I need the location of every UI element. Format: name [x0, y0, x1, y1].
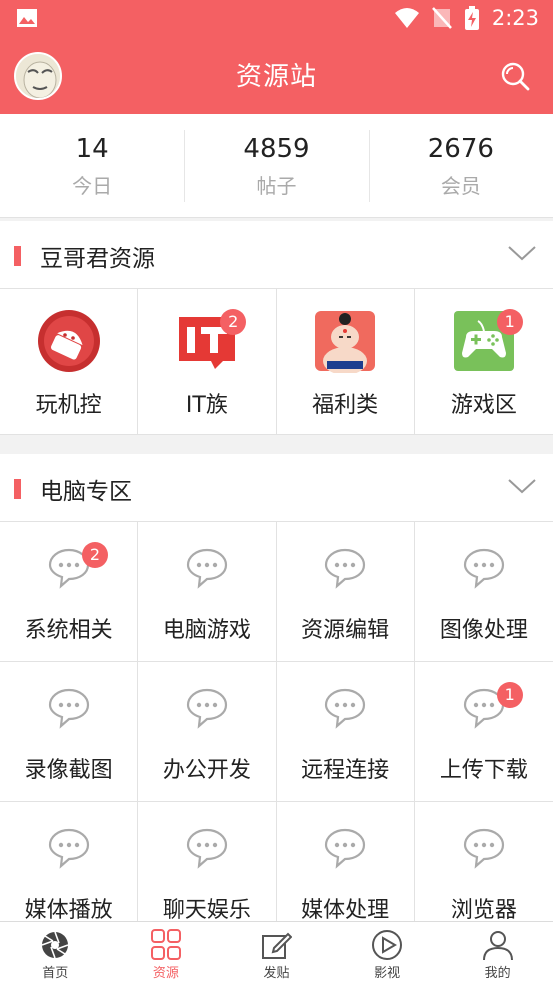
notification-badge: 1	[496, 309, 523, 335]
no-signal-icon	[431, 7, 452, 29]
chevron-down-icon[interactable]	[507, 243, 537, 263]
grid-item-label: 玩机控	[35, 393, 102, 418]
chat-bubble-icon	[186, 548, 227, 589]
nav-post[interactable]: 发贴	[221, 922, 332, 983]
android-icon	[37, 310, 100, 372]
grid-item-label: 资源编辑	[301, 618, 390, 643]
chat-bubble-icon	[186, 688, 227, 729]
section-header[interactable]: 电脑专区	[0, 454, 553, 522]
chat-bubble-icon	[186, 828, 227, 869]
sumo-icon	[315, 311, 376, 373]
stat-label: 帖子	[256, 174, 297, 198]
grid-item-label: 媒体处理	[301, 898, 390, 923]
grid-item-youxi[interactable]: 1 游戏区	[414, 289, 553, 435]
grid-item[interactable]: 办公开发	[138, 662, 277, 802]
chevron-down-icon[interactable]	[507, 476, 537, 496]
section-title: 电脑专区	[40, 479, 132, 505]
nav-home[interactable]: 首页	[0, 922, 111, 983]
grid-item-label: 远程连接	[301, 758, 390, 783]
grid-item[interactable]: 2 系统相关	[0, 522, 139, 662]
nav-label: 我的	[484, 966, 511, 981]
grid-item-label: 系统相关	[24, 618, 113, 643]
stat-members: 2676 会员	[368, 114, 553, 217]
search-icon[interactable]	[499, 60, 531, 92]
grid-icon	[150, 929, 181, 960]
chat-bubble-icon	[48, 688, 89, 729]
grid-item[interactable]: 录像截图	[0, 662, 139, 802]
app-bar: 资源站	[0, 36, 553, 114]
chat-bubble-icon	[325, 548, 366, 589]
grid-item-wanjikong[interactable]: 玩机控	[0, 289, 139, 435]
status-time: 2:23	[491, 6, 539, 30]
section-header[interactable]: 豆哥君资源	[0, 221, 553, 289]
section-computer: 电脑专区 2 系统相关 电脑游戏 资源编辑 图像处理录像截图 办公开发 远程连接 1 上传下载媒…	[0, 454, 553, 942]
grid-item-label: 图像处理	[439, 618, 528, 643]
stat-value: 4859	[243, 134, 310, 164]
section-title: 豆哥君资源	[40, 246, 155, 272]
grid-item-label: 聊天娱乐	[162, 898, 251, 923]
grid-item-label: 福利类	[312, 393, 379, 418]
section-dougejun: 豆哥君资源 玩机控 2 IT族 福利类 1 游戏区	[0, 221, 553, 435]
section-marker	[14, 479, 21, 499]
grid-item-label: IT族	[185, 393, 228, 418]
image-icon	[17, 9, 37, 27]
nav-video[interactable]: 影视	[332, 922, 443, 983]
section-marker	[14, 246, 21, 266]
notification-badge: 1	[496, 682, 523, 708]
grid-item-fuli[interactable]: 福利类	[276, 289, 415, 435]
grid-item-label: 媒体播放	[24, 898, 113, 923]
edit-icon	[262, 932, 293, 959]
grid-item[interactable]: 远程连接	[276, 662, 415, 802]
chat-bubble-icon	[325, 828, 366, 869]
notification-badge: 2	[82, 542, 108, 568]
chat-bubble-icon	[325, 688, 366, 729]
stat-posts: 4859 帖子	[184, 114, 368, 217]
grid-item-label: 电脑游戏	[162, 618, 251, 643]
stat-value: 14	[75, 134, 109, 164]
grid-item-label: 上传下载	[439, 758, 528, 783]
chat-bubble-icon	[463, 828, 504, 869]
nav-label: 资源	[152, 966, 179, 981]
nav-me[interactable]: 我的	[442, 922, 553, 983]
nav-label: 影视	[374, 966, 401, 981]
bottom-nav: 首页 资源 发贴 影视 我的	[0, 921, 553, 983]
grid-item-label: 浏览器	[450, 898, 517, 923]
grid-item-label: 游戏区	[450, 393, 517, 418]
user-icon	[482, 931, 513, 961]
stat-value: 2676	[427, 134, 494, 164]
stat-label: 会员	[440, 174, 481, 198]
section-grid: 2 系统相关 电脑游戏 资源编辑 图像处理录像截图 办公开发 远程连接 1 上传下载媒体播放 聊天…	[0, 522, 553, 942]
grid-item[interactable]: 1 上传下载	[414, 662, 553, 802]
wifi-icon	[394, 8, 419, 28]
nav-label: 首页	[42, 966, 69, 981]
grid-item-label: 录像截图	[24, 758, 113, 783]
grid-item[interactable]: 图像处理	[414, 522, 553, 662]
aperture-icon	[42, 931, 69, 959]
nav-label: 发贴	[263, 966, 290, 981]
grid-item[interactable]: 资源编辑	[276, 522, 415, 662]
stat-today: 14 今日	[0, 114, 184, 217]
grid-item-label: 办公开发	[162, 758, 251, 783]
page-title: 资源站	[235, 62, 317, 92]
grid-item-it[interactable]: 2 IT族	[138, 289, 277, 435]
play-icon	[372, 930, 403, 960]
status-bar: 2:23	[0, 0, 553, 36]
section-grid: 玩机控 2 IT族 福利类 1 游戏区	[0, 289, 553, 435]
notification-badge: 2	[220, 309, 247, 335]
stats-bar: 14 今日 4859 帖子 2676 会员	[0, 114, 553, 218]
battery-charging-icon	[464, 6, 479, 30]
grid-item[interactable]: 电脑游戏	[138, 522, 277, 662]
nav-resources[interactable]: 资源	[111, 922, 222, 983]
chat-bubble-icon	[463, 548, 504, 589]
chat-bubble-icon	[48, 828, 89, 869]
stat-label: 今日	[72, 174, 113, 198]
